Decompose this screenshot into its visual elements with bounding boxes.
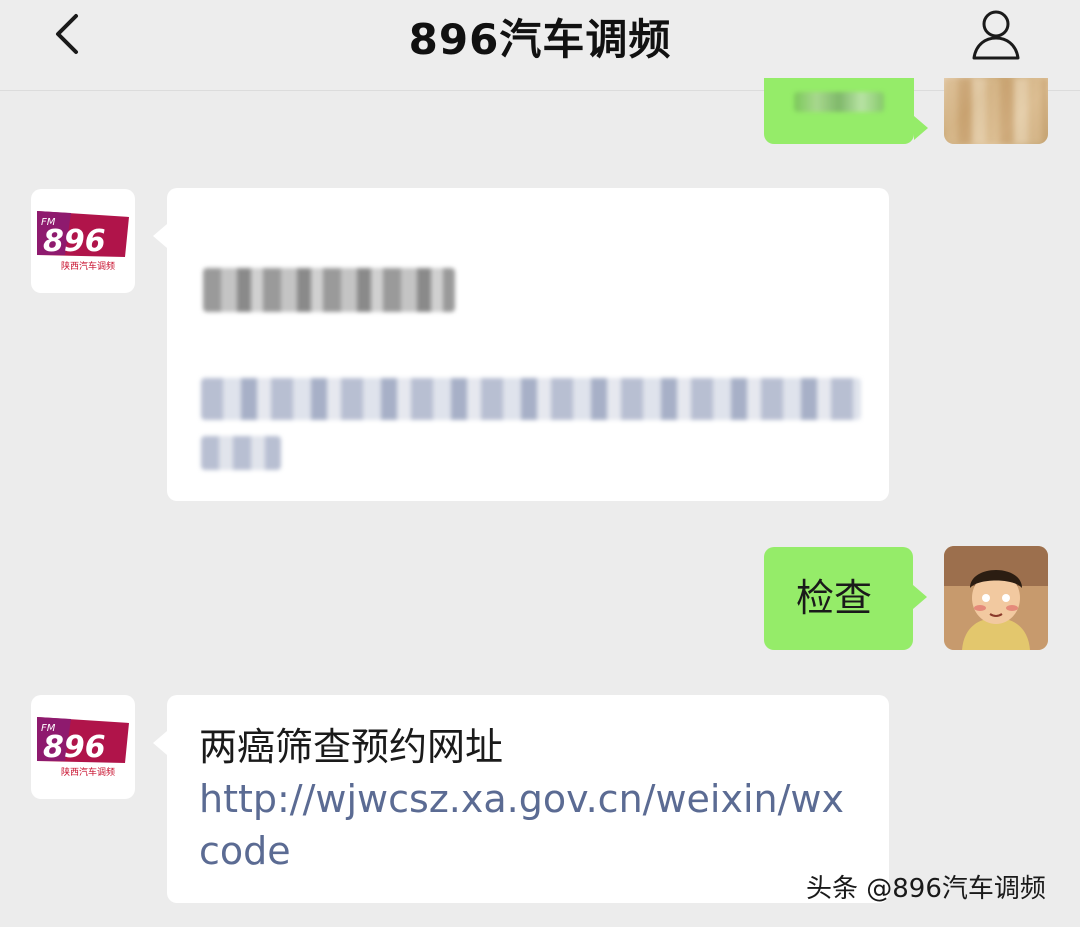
blurred-link-line-1 [201, 378, 861, 420]
avatar-user[interactable] [944, 546, 1048, 650]
incoming-message-bubble-1[interactable] [153, 188, 889, 501]
user-avatar-image [944, 546, 1048, 650]
outgoing-message-bubble-top[interactable] [764, 78, 928, 144]
chat-header: 896汽车调频 [0, 0, 1080, 91]
fm896-logo-icon: FM 896 陕西汽车调频 [37, 717, 129, 778]
message-link[interactable]: http://wjwcsz.xa.gov.cn/weixin/wxcode [199, 773, 859, 877]
blurred-text [794, 92, 884, 112]
avatar-user-top[interactable] [944, 78, 1048, 144]
logo-number: 896 [43, 730, 106, 765]
avatar-fm896-2[interactable]: FM 896 陕西汽车调频 [31, 695, 135, 799]
blurred-text-line-1 [203, 268, 455, 312]
user-icon [972, 10, 1020, 60]
fm896-logo-icon: FM 896 陕西汽车调频 [37, 211, 129, 272]
watermark: 头条 @896汽车调频 [806, 874, 1046, 904]
page-title: 896汽车调频 [408, 15, 672, 64]
incoming-message-bubble-2[interactable]: 两癌筛查预约网址 http://wjwcsz.xa.gov.cn/weixin/… [153, 695, 889, 903]
blurred-link-line-2 [201, 436, 281, 470]
logo-caption: 陕西汽车调频 [61, 766, 115, 778]
profile-button[interactable] [968, 6, 1024, 62]
blurred-avatar [944, 78, 1048, 144]
outgoing-message-bubble[interactable]: 检查 [764, 547, 927, 650]
logo-caption: 陕西汽车调频 [61, 260, 115, 272]
avatar-fm896-1[interactable]: FM 896 陕西汽车调频 [31, 189, 135, 293]
message-text: 检查 [796, 576, 873, 620]
message-title: 两癌筛查预约网址 [199, 725, 504, 769]
logo-number: 896 [43, 224, 106, 259]
